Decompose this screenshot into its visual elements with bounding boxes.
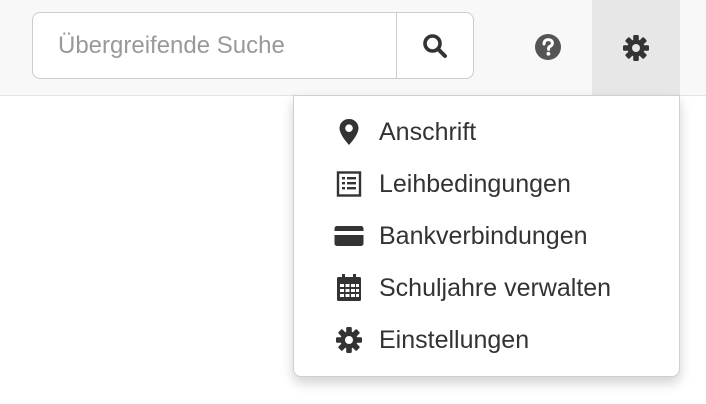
- top-navbar: [0, 0, 706, 96]
- search-button[interactable]: [396, 12, 474, 79]
- menu-item-leihbedingungen[interactable]: Leihbedingungen: [294, 158, 679, 210]
- menu-item-label: Bankverbindungen: [379, 221, 588, 250]
- menu-item-anschrift[interactable]: Anschrift: [294, 106, 679, 158]
- menu-item-bankverbindungen[interactable]: Bankverbindungen: [294, 210, 679, 262]
- gear-icon: [334, 325, 364, 355]
- menu-item-schuljahre-verwalten[interactable]: Schuljahre verwalten: [294, 262, 679, 314]
- search-input[interactable]: [32, 12, 396, 79]
- menu-item-label: Einstellungen: [379, 325, 530, 354]
- settings-dropdown-menu: Anschrift Leihbedingungen Bankverbindung…: [293, 95, 680, 377]
- calendar-icon: [334, 273, 364, 303]
- credit-card-icon: [334, 221, 364, 251]
- help-button[interactable]: [534, 33, 562, 61]
- search-group: [32, 12, 474, 79]
- menu-item-label: Anschrift: [379, 117, 477, 146]
- gear-icon: [623, 34, 649, 61]
- search-icon: [423, 33, 447, 58]
- map-marker-icon: [334, 117, 364, 147]
- menu-item-label: Schuljahre verwalten: [379, 273, 612, 302]
- menu-item-einstellungen[interactable]: Einstellungen: [294, 314, 679, 366]
- settings-button[interactable]: [592, 0, 680, 95]
- list-document-icon: [334, 169, 364, 199]
- question-circle-icon: [535, 34, 561, 60]
- menu-item-label: Leihbedingungen: [379, 169, 571, 198]
